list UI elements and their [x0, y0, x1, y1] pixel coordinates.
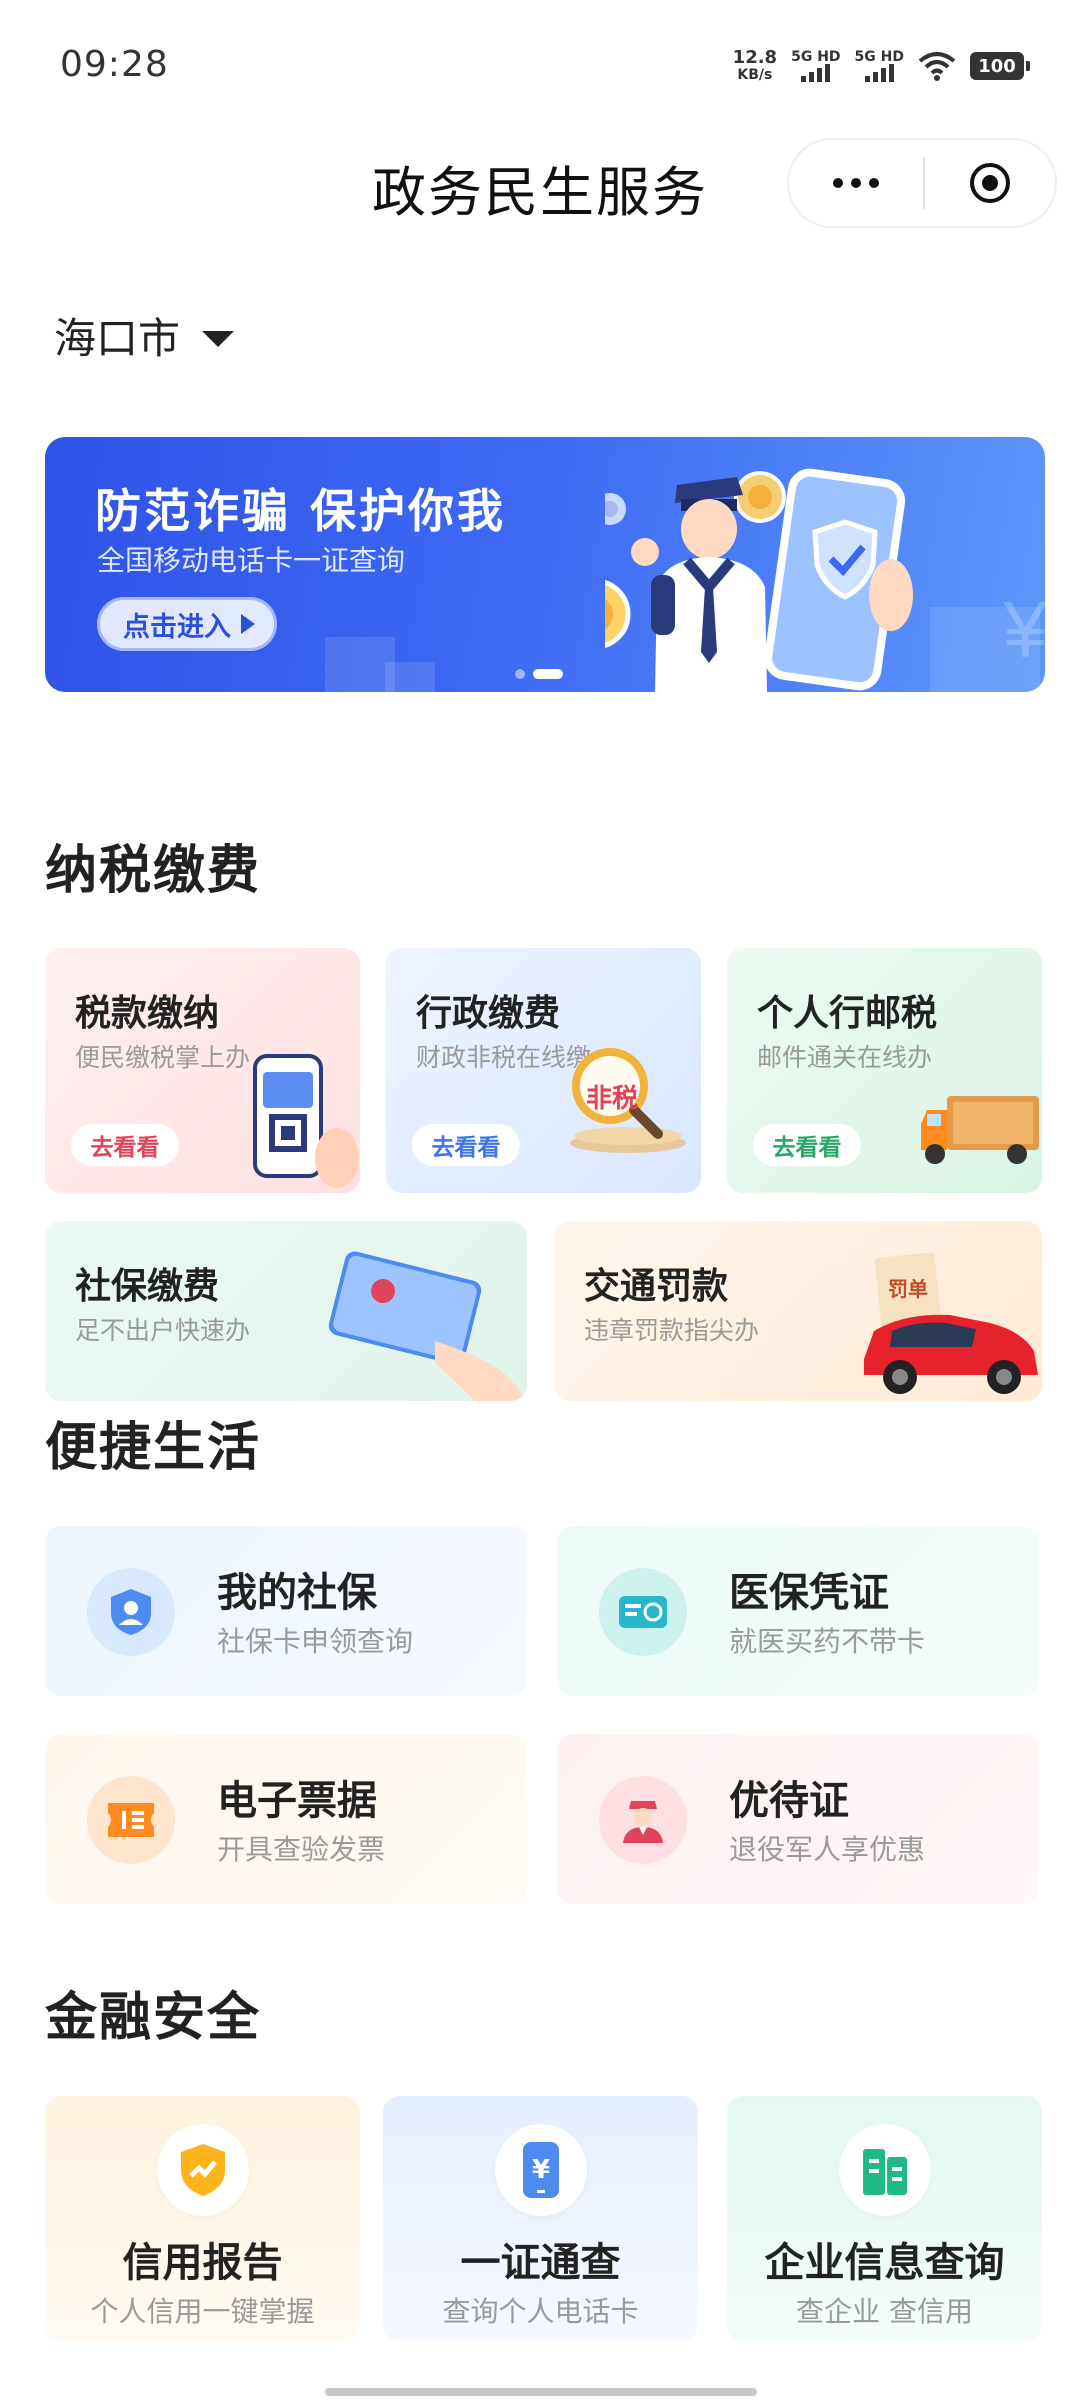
close-button[interactable]: [925, 140, 1055, 226]
play-arrow-icon: [241, 614, 255, 634]
card-my-social-security[interactable]: 我的社保 社保卡申领查询: [45, 1526, 527, 1696]
card-medical-voucher[interactable]: 医保凭证 就医买药不带卡: [557, 1526, 1039, 1696]
go-see-button[interactable]: 去看看: [412, 1124, 520, 1166]
home-indicator[interactable]: [325, 2388, 757, 2396]
go-see-button[interactable]: 去看看: [753, 1124, 861, 1166]
card-title: 我的社保: [217, 1570, 377, 1616]
card-subtitle: 社保卡申领查询: [217, 1625, 414, 1658]
status-icons: 12.8 KB/s 5G HD 5G HD 100: [732, 44, 1030, 88]
card-subtitle: 邮件通关在线办: [757, 1043, 933, 1072]
city-name: 海口市: [54, 314, 181, 363]
card-subtitle: 个人信用一键掌握: [90, 2295, 315, 2328]
card-title: 信用报告: [122, 2240, 283, 2286]
card-traffic-fine[interactable]: 交通罚款 违章罚款指尖办 罚单: [554, 1221, 1042, 1401]
status-time: 09:28: [60, 44, 169, 85]
go-see-button[interactable]: 去看看: [71, 1124, 179, 1166]
card-tax-payment[interactable]: 税款缴纳 便民缴税掌上办 去看看: [45, 948, 360, 1193]
card-social-insurance-fee[interactable]: 社保缴费 足不出户快速办: [45, 1221, 527, 1401]
card-subtitle: 退役军人享优惠: [729, 1833, 926, 1866]
status-bar: 09:28 12.8 KB/s 5G HD 5G HD 100: [0, 0, 1080, 130]
soldier-icon: [599, 1776, 687, 1864]
card-postal-tax[interactable]: 个人行邮税 邮件通关在线办 去看看: [727, 948, 1042, 1193]
card-subtitle: 开具查验发票: [217, 1833, 386, 1866]
magnifier-coins-illustration: 非税: [566, 1048, 686, 1168]
card-title: 行政缴费: [416, 993, 561, 1034]
phone-yuan-icon: ¥: [495, 2124, 587, 2216]
banner-dot-2[interactable]: [533, 669, 563, 679]
anti-fraud-banner[interactable]: 防范诈骗 保护你我 全国移动电话卡一证查询 点击进入 ¥: [45, 437, 1045, 692]
more-dots-icon: [833, 178, 843, 188]
card-title: 电子票据: [217, 1778, 377, 1824]
medical-card-icon: [599, 1568, 687, 1656]
wifi-icon: [918, 52, 956, 81]
card-e-receipt[interactable]: 电子票据 开具查验发票: [45, 1734, 527, 1904]
banner-title: 防范诈骗 保护你我: [95, 484, 507, 538]
city-selector[interactable]: 海口市: [54, 305, 235, 366]
banner-enter-button[interactable]: 点击进入: [97, 597, 277, 651]
police-phone-illustration: ¥: [605, 468, 1045, 692]
card-veteran-card[interactable]: 优待证 退役军人享优惠: [557, 1734, 1039, 1904]
car-ticket-illustration: 罚单: [854, 1251, 1042, 1401]
banner-subtitle: 全国移动电话卡一证查询: [97, 544, 406, 577]
battery-icon: 100: [970, 52, 1030, 80]
card-credit-report[interactable]: 信用报告 个人信用一键掌握: [45, 2096, 360, 2341]
card-subtitle: 便民缴税掌上办: [75, 1043, 251, 1072]
card-title: 税款缴纳: [75, 993, 220, 1034]
network-speed: 12.8 KB/s: [732, 47, 778, 84]
card-subtitle: 足不出户快速办: [75, 1316, 251, 1345]
card-title: 交通罚款: [584, 1266, 729, 1307]
sim1-signal-icon: 5G HD: [791, 50, 841, 82]
svg-text:¥: ¥: [1002, 585, 1045, 674]
receipt-icon: [87, 1776, 175, 1864]
card-subtitle: 查询个人电话卡: [442, 2295, 639, 2328]
miniprogram-capsule: [787, 138, 1057, 228]
banner-dot-1[interactable]: [515, 669, 525, 679]
card-title: 一证通查: [460, 2240, 621, 2286]
credit-shield-icon: [157, 2124, 249, 2216]
card-admin-fee[interactable]: 行政缴费 财政非税在线缴 去看看 非税: [386, 948, 701, 1193]
section-title-tax: 纳税缴费: [45, 841, 262, 901]
card-one-id-check[interactable]: ¥ 一证通查 查询个人电话卡: [383, 2096, 698, 2341]
card-title: 企业信息查询: [764, 2240, 1005, 2286]
card-title: 医保凭证: [729, 1570, 889, 1616]
section-title-life: 便捷生活: [45, 1418, 262, 1478]
building-icon: [839, 2124, 931, 2216]
card-subtitle: 就医买药不带卡: [729, 1625, 926, 1658]
shield-user-icon: [87, 1568, 175, 1656]
card-title: 优待证: [729, 1778, 849, 1824]
close-circle-icon: [970, 163, 1010, 203]
delivery-truck-illustration: [921, 1096, 1039, 1164]
card-title: 个人行邮税: [757, 993, 938, 1034]
card-title: 社保缴费: [75, 1266, 220, 1307]
ticket-label: 罚单: [888, 1277, 928, 1301]
banner-pagination: [515, 669, 563, 679]
section-title-finance: 金融安全: [45, 1988, 262, 2048]
more-button[interactable]: [789, 140, 923, 226]
qr-phone-illustration: [253, 1054, 359, 1188]
social-card-illustration: [328, 1251, 525, 1401]
card-subtitle: 违章罚款指尖办: [584, 1316, 760, 1345]
card-subtitle: 查企业 查信用: [796, 2295, 973, 2328]
caret-down-icon: [202, 330, 235, 347]
magnifier-label: 非税: [586, 1084, 639, 1114]
card-enterprise-query[interactable]: 企业信息查询 查企业 查信用: [727, 2096, 1042, 2341]
sim2-signal-icon: 5G HD: [855, 50, 904, 82]
